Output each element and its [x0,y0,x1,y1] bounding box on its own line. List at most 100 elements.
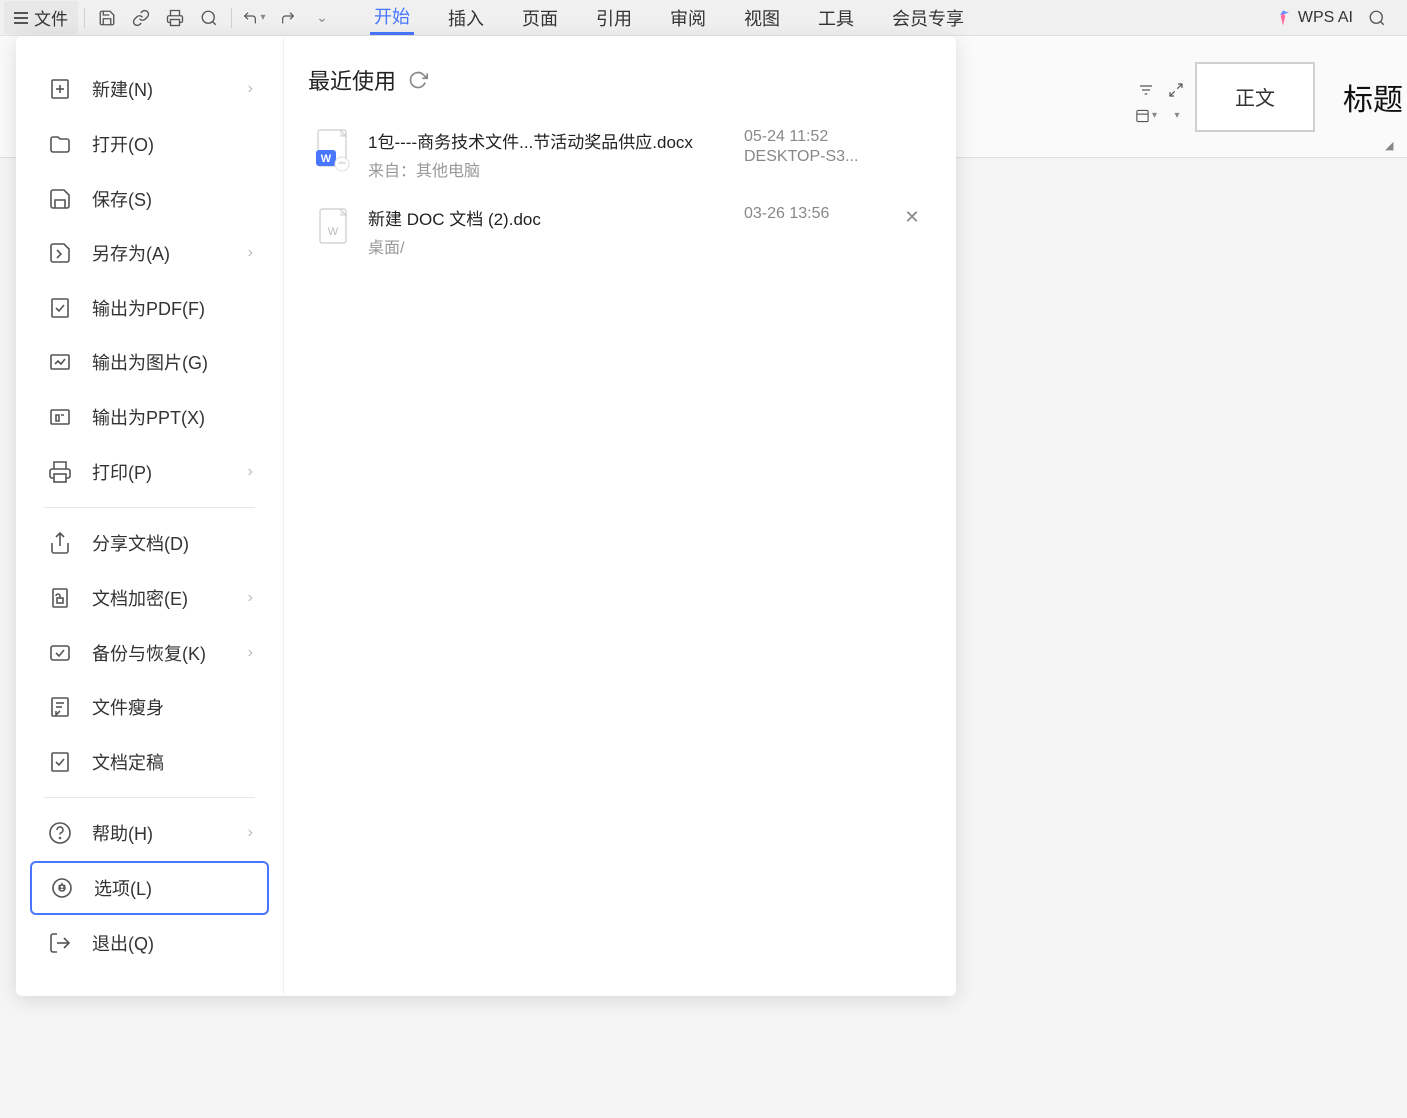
sidebar-item-icon [46,403,74,431]
sidebar-item-icon [46,819,74,847]
undo-button[interactable]: ▾ [238,4,270,32]
sidebar-item-label: 另存为(A) [92,240,248,266]
chevron-down-icon: ⌄ [316,9,328,26]
sidebar-item-label: 退出(Q) [92,930,253,956]
sidebar-item[interactable]: 输出为PDF(F) [30,281,269,336]
sidebar-item[interactable]: 退出(Q) [30,915,269,970]
file-time: 03-26 13:56 [744,205,884,223]
layout-icon-button[interactable]: ▾ [1135,105,1157,127]
sidebar-item[interactable]: 保存(S) [30,171,269,226]
preview-icon [200,9,218,27]
ribbon-tab-label: 插入 [448,5,484,31]
sidebar-item-label: 备份与恢复(K) [92,640,248,666]
sidebar-item-icon [46,693,74,721]
sidebar-item[interactable]: 新建(N)› [30,62,269,117]
sidebar-item[interactable]: 输出为PPT(X) [30,390,269,445]
divider [44,797,255,798]
sidebar-item[interactable]: 文档定稿 [30,734,269,789]
ribbon-tab-label: 视图 [744,5,780,31]
divider [44,507,255,508]
attach-icon-button[interactable] [125,4,157,32]
layout-icon [1135,108,1150,124]
sidebar-item-icon [46,239,74,267]
chevron-right-icon: › [248,244,253,262]
recent-file-item[interactable]: W新建 DOC 文档 (2).doc桌面/03-26 13:56✕ [308,193,932,270]
style-heading-label: 标题 [1323,75,1403,119]
ribbon-tab[interactable]: 会员专享 [888,0,968,35]
sidebar-item-label: 保存(S) [92,186,253,212]
ribbon-tab[interactable]: 工具 [814,0,858,35]
sidebar-item[interactable]: 打印(P)› [30,444,269,499]
chevron-right-icon: › [248,644,253,662]
chevron-right-icon: › [248,824,253,842]
file-type-icon: W [316,128,352,172]
file-meta: 03-26 13:56 [744,205,884,225]
search-button[interactable] [1361,4,1393,32]
recent-title: 最近使用 [308,64,396,96]
sidebar-item[interactable]: 打开(O) [30,117,269,172]
save-icon-button[interactable] [91,4,123,32]
file-time: 05-24 11:52 [744,128,884,146]
sidebar-item[interactable]: 输出为图片(G) [30,335,269,390]
svg-text:W: W [321,153,332,165]
ribbon-tab-label: 审阅 [670,5,706,31]
redo-button[interactable] [272,4,304,32]
ribbon-tab[interactable]: 审阅 [666,0,710,35]
sidebar-item-label: 打开(O) [92,131,253,157]
wps-ai-button[interactable]: WPS AI [1274,9,1353,27]
sidebar-item-label: 选项(L) [94,875,251,901]
file-menu-panel: 新建(N)›打开(O)保存(S)另存为(A)›输出为PDF(F)输出为图片(G)… [16,36,956,996]
file-name: 1包----商务技术文件...节活动奖品供应.docx [368,128,728,153]
ribbon-tab[interactable]: 页面 [518,0,562,35]
refresh-icon[interactable] [408,70,428,90]
ribbon-expand-corner[interactable]: ◢ [1385,139,1399,153]
close-icon[interactable]: ✕ [900,205,924,229]
sidebar-item-label: 分享文档(D) [92,530,253,556]
recent-file-item[interactable]: W1包----商务技术文件...节活动奖品供应.docx来自：其他电脑05-24… [308,116,932,193]
sidebar-item-icon [46,748,74,776]
preview-icon-button[interactable] [193,4,225,32]
file-device: DESKTOP-S3... [744,148,884,166]
print-icon-button[interactable] [159,4,191,32]
ribbon-tab[interactable]: 开始 [370,0,414,35]
sort-icon-button[interactable] [1135,79,1157,101]
file-menu-label: 文件 [34,5,68,30]
hamburger-icon [14,12,28,24]
sidebar-item[interactable]: 分享文档(D) [30,516,269,571]
chevron-right-icon: › [248,80,253,98]
more-toolbar-button[interactable]: ⌄ [306,4,338,32]
chevron-right-icon: › [248,463,253,481]
chevron-down-icon: ▾ [260,12,265,23]
sidebar-item-label: 文件瘦身 [92,694,253,720]
ribbon-tab-label: 开始 [374,3,410,29]
sidebar-item[interactable]: 帮助(H)› [30,806,269,861]
sidebar-item-icon [46,75,74,103]
divider [231,8,232,28]
ribbon-tab[interactable]: 插入 [444,0,488,35]
sidebar-item-icon [46,639,74,667]
search-icon [1368,9,1386,27]
print-icon [166,9,184,27]
file-meta: 05-24 11:52 DESKTOP-S3... [744,128,884,166]
sidebar-item[interactable]: 文档加密(E)› [30,571,269,626]
sidebar-item-label: 文档加密(E) [92,585,248,611]
file-type-icon: W [316,205,352,249]
file-menu-button[interactable]: 文件 [4,1,78,34]
ribbon-tab[interactable]: 引用 [592,0,636,35]
style-normal-box[interactable]: 正文 [1195,62,1315,132]
sidebar-item[interactable]: 选项(L) [30,861,269,916]
sidebar-item-icon [46,458,74,486]
more-options-button[interactable]: ▾ [1165,105,1187,127]
ribbon-tab[interactable]: 视图 [740,0,784,35]
file-source: 桌面/ [368,234,728,258]
sidebar-item[interactable]: 文件瘦身 [30,680,269,735]
sidebar-item[interactable]: 备份与恢复(K)› [30,625,269,680]
undo-icon [242,10,258,26]
expand-icon-button[interactable] [1165,79,1187,101]
sidebar-item-label: 新建(N) [92,76,248,102]
sidebar-item-icon [46,584,74,612]
sidebar-item-icon [46,929,74,957]
sidebar-item[interactable]: 另存为(A)› [30,226,269,281]
sidebar-item-label: 打印(P) [92,459,248,485]
sidebar-item-icon [46,529,74,557]
